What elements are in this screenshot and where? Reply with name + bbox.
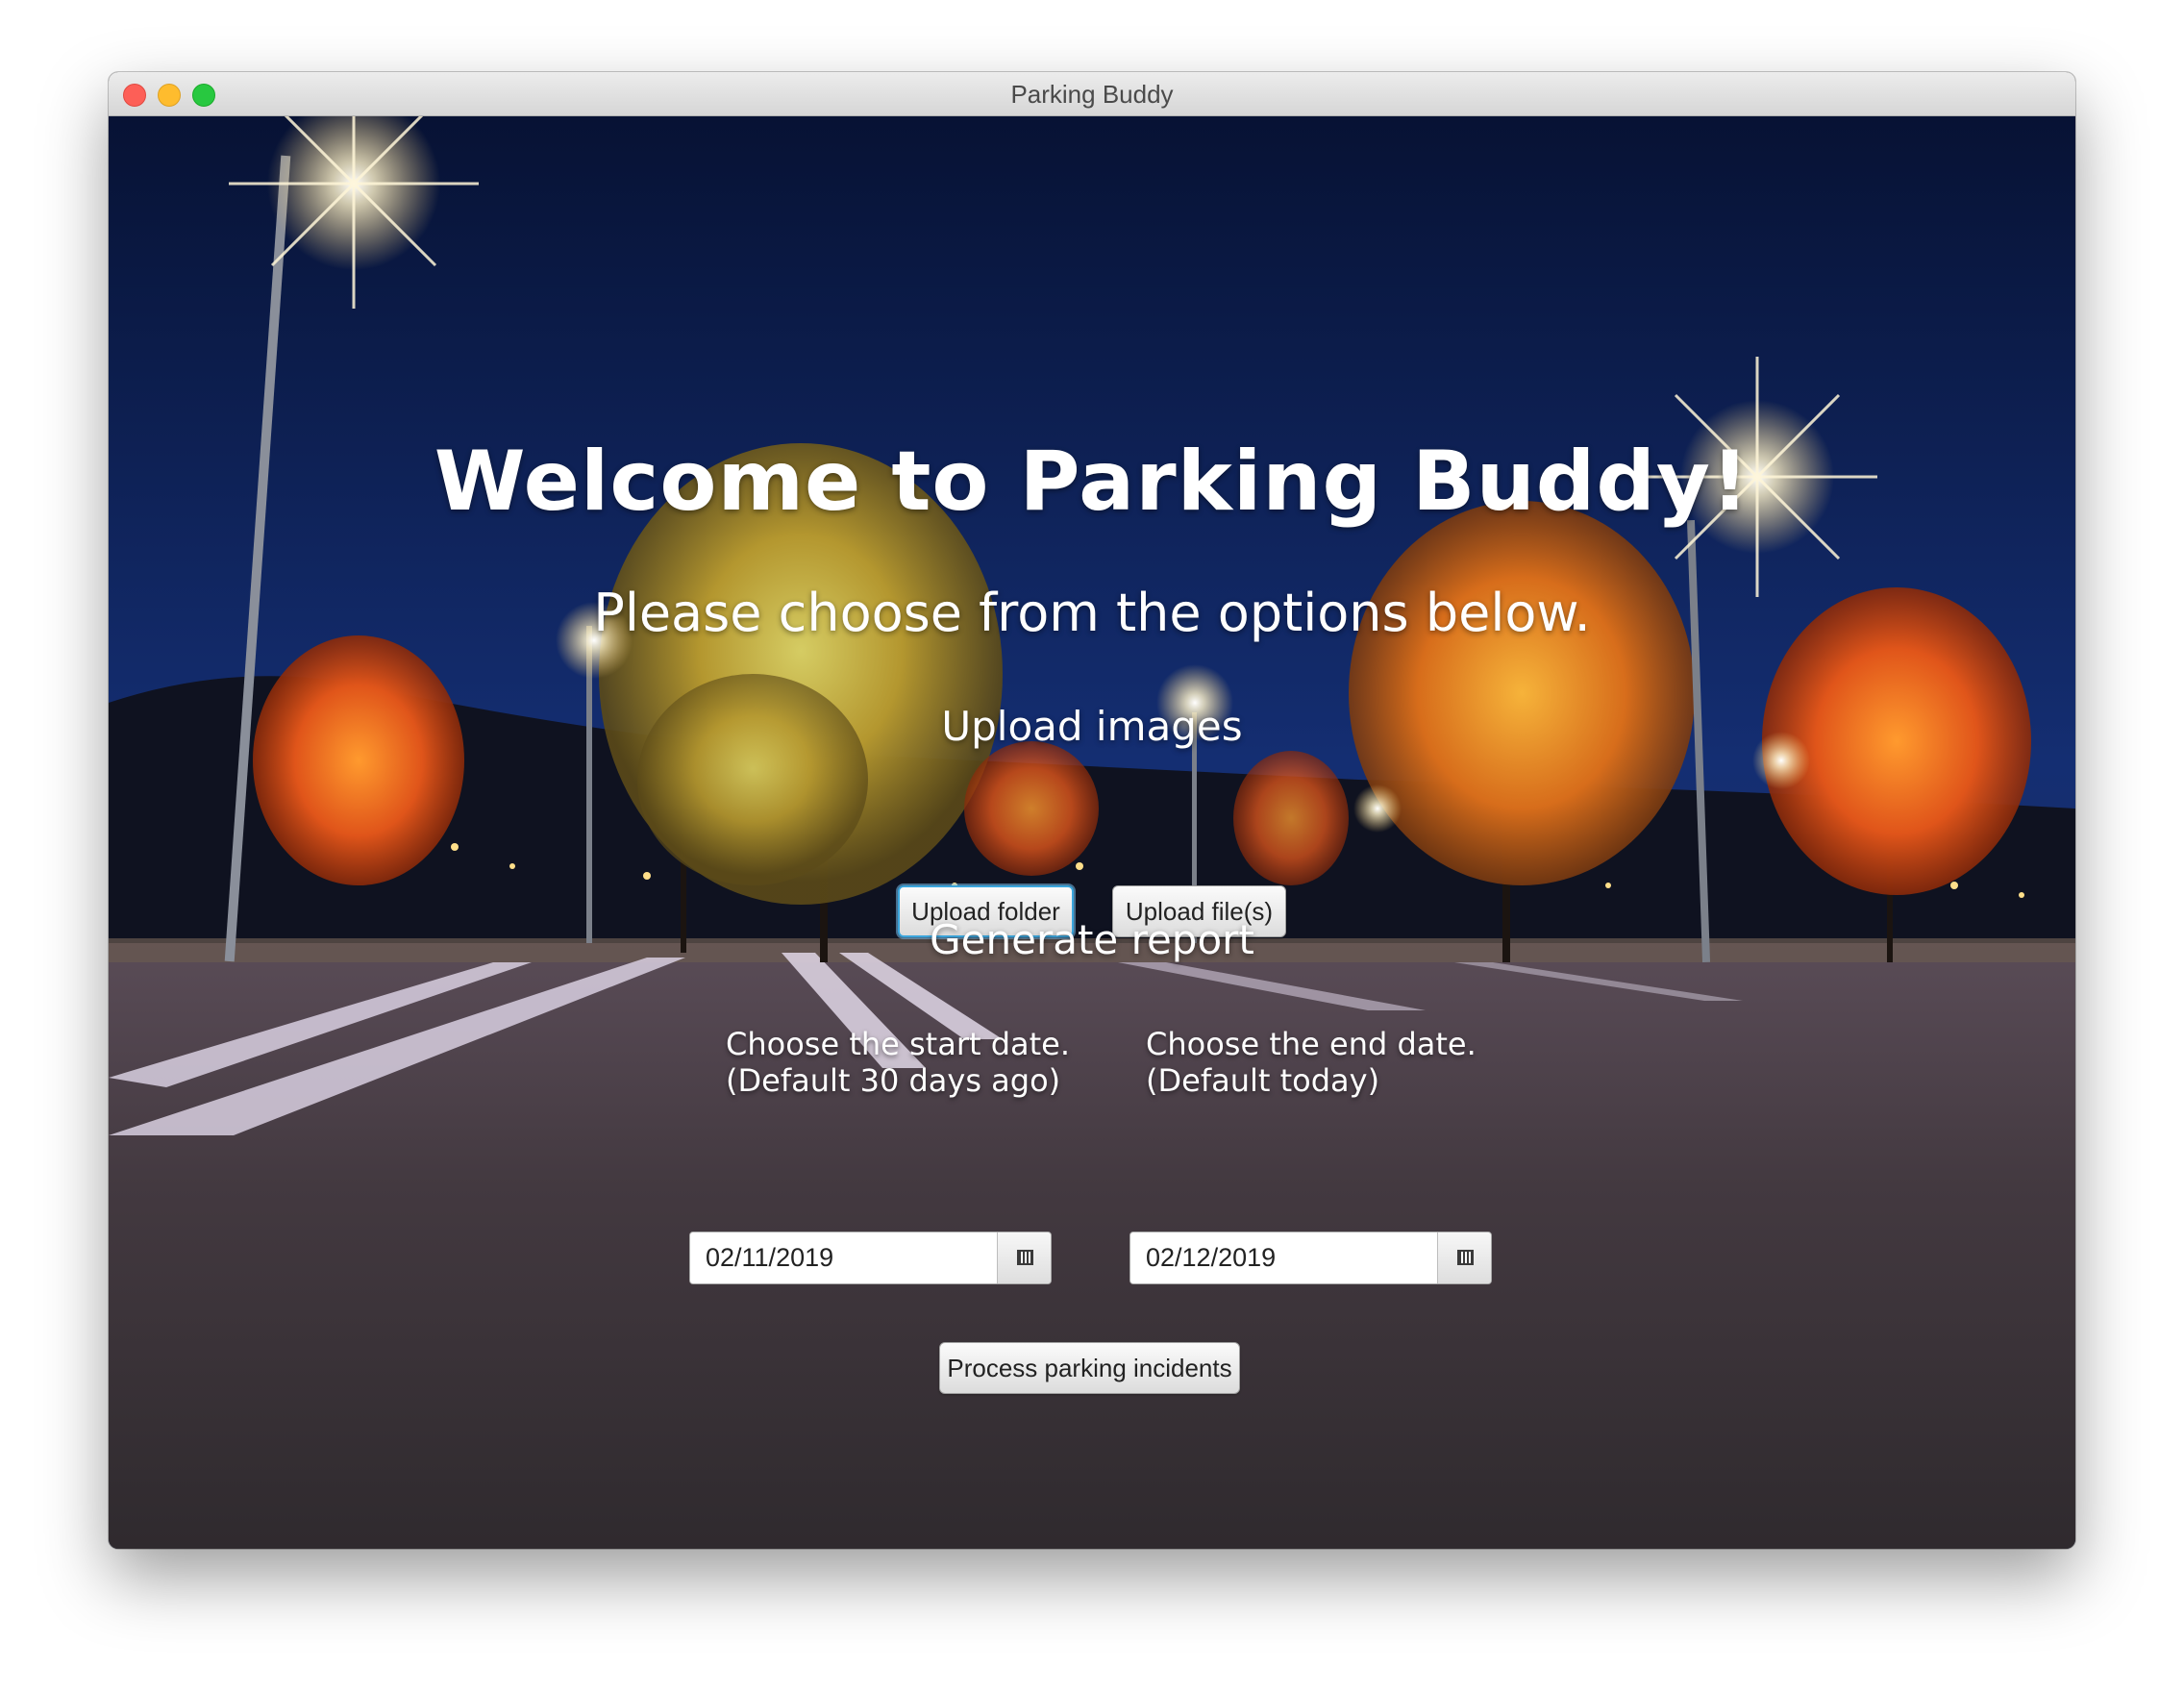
calendar-icon [1017, 1250, 1033, 1265]
start-date-picker [689, 1232, 1052, 1284]
window-title: Parking Buddy [1010, 80, 1174, 109]
calendar-icon [1457, 1250, 1474, 1265]
end-date-calendar-button[interactable] [1437, 1232, 1491, 1283]
end-date-field[interactable] [1130, 1232, 1438, 1283]
welcome-title: Welcome to Parking Buddy! [434, 434, 1750, 530]
start-date-calendar-button[interactable] [997, 1232, 1051, 1283]
subtitle: Please choose from the options below. [593, 583, 1591, 643]
app-window: Parking Buddy Welcome to Parking Buddy! … [109, 72, 2075, 1549]
end-date-picker [1129, 1232, 1492, 1284]
start-date-label: Choose the start date. (Default 30 days … [726, 1026, 1071, 1099]
parking-lot-background-image [109, 116, 2075, 1549]
process-parking-incidents-button[interactable]: Process parking incidents [939, 1342, 1240, 1394]
end-date-label: Choose the end date. (Default today) [1146, 1026, 1477, 1099]
upload-images-heading: Upload images [941, 703, 1243, 750]
generate-report-heading: Generate report [930, 916, 1254, 963]
title-bar[interactable]: Parking Buddy [109, 72, 2075, 116]
start-date-field[interactable] [690, 1232, 998, 1283]
main-content: Welcome to Parking Buddy! Please choose … [109, 116, 2075, 1549]
